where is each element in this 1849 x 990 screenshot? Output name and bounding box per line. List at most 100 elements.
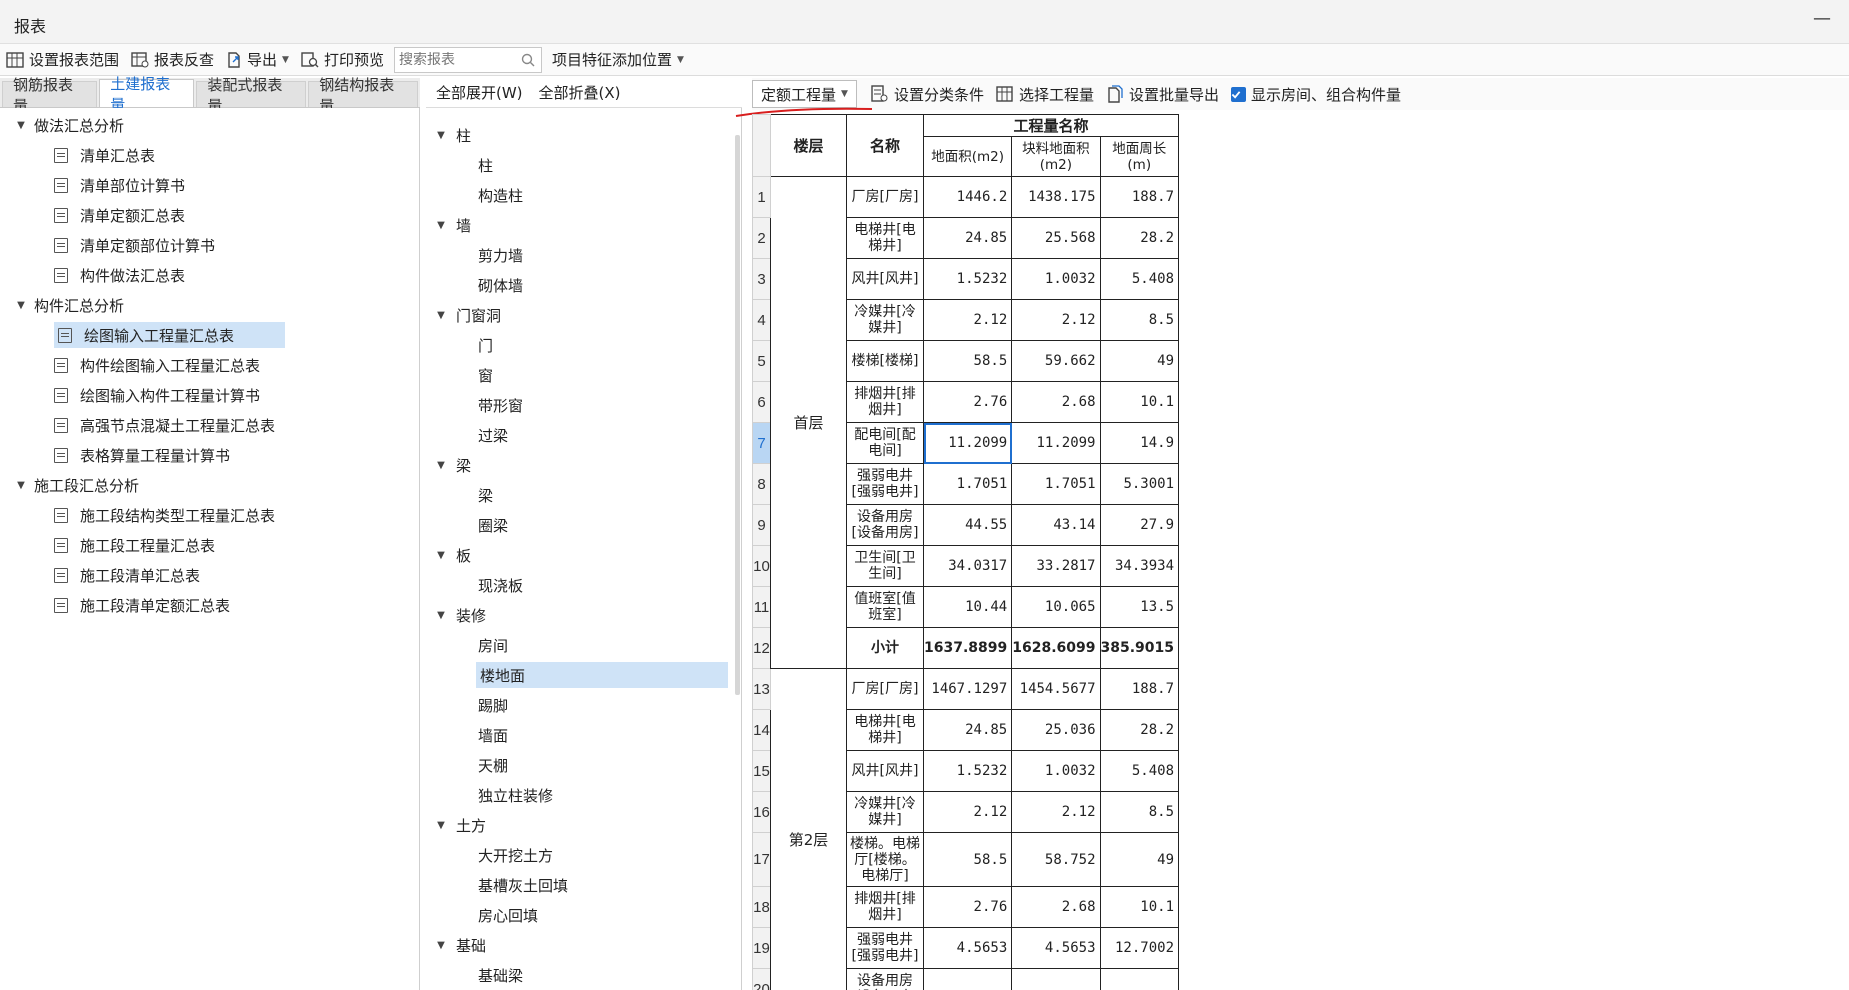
component-group[interactable]: ▼ 梁 (432, 452, 471, 478)
name-cell[interactable]: 配电间[配电间] (846, 422, 924, 464)
select-quantity-button[interactable]: 选择工程量 (990, 80, 1100, 108)
name-cell[interactable]: 冷媒井[冷媒井] (846, 299, 924, 341)
name-cell[interactable]: 强弱电井[强弱电井] (846, 463, 924, 505)
value-cell[interactable] (1011, 968, 1101, 990)
tree-item[interactable]: 表格算量工程量计算书 (54, 442, 230, 468)
tab-steel[interactable]: 钢结构报表量 (308, 76, 418, 115)
component-tree-scrollbar[interactable] (735, 135, 740, 695)
floor-cell[interactable]: 第2层 (770, 668, 847, 990)
tree-item[interactable]: 构件绘图输入工程量汇总表 (54, 352, 260, 378)
print-preview-button[interactable]: 打印预览 (295, 46, 390, 74)
value-cell[interactable]: 10.065 (1011, 586, 1101, 628)
expand-all-button[interactable]: 全部展开(W) (436, 82, 523, 103)
component-item[interactable]: 圈梁 (478, 512, 508, 538)
report-search-box[interactable] (393, 46, 542, 73)
value-cell[interactable]: 5.408 (1099, 258, 1180, 300)
name-cell[interactable]: 楼梯。电梯厅[楼梯。电梯厅] (846, 832, 924, 887)
tab-rebar[interactable]: 钢筋报表量 (2, 76, 98, 115)
floor-cell[interactable]: 首层 (770, 176, 847, 669)
row-number[interactable]: 12 (752, 627, 771, 669)
value-cell[interactable]: 44.55 (922, 504, 1013, 546)
value-cell[interactable] (1099, 968, 1180, 990)
name-cell[interactable]: 厂房[厂房] (846, 668, 924, 710)
value-cell[interactable]: 34.0317 (922, 545, 1013, 587)
name-cell[interactable]: 排烟井[排烟井] (846, 381, 924, 423)
expand-arrow-icon[interactable]: ▼ (12, 480, 30, 491)
value-cell[interactable]: 34.3934 (1099, 545, 1180, 587)
value-cell[interactable]: 8.5 (1099, 299, 1180, 341)
component-item[interactable]: 房间 (478, 632, 508, 658)
report-check-button[interactable]: 报表反查 (125, 46, 220, 74)
table-row[interactable]: 13 第2层 厂房[厂房] 1467.1297 1454.5677 188.7 (752, 668, 1180, 990)
row-number[interactable]: 18 (752, 886, 771, 928)
row-number[interactable]: 17 (752, 832, 771, 887)
table-row[interactable]: 1 首层 厂房[厂房] 1446.2 1438.175 188.7 (752, 176, 1180, 669)
component-item[interactable]: 剪力墙 (478, 242, 523, 268)
value-cell[interactable]: 49 (1099, 832, 1180, 887)
value-cell[interactable]: 11.2099 (1011, 422, 1101, 464)
component-item[interactable]: 门 (478, 332, 493, 358)
value-cell[interactable]: 2.76 (922, 886, 1013, 928)
name-cell[interactable]: 楼梯[楼梯] (846, 340, 924, 382)
row-number[interactable]: 16 (752, 791, 771, 833)
value-cell[interactable]: 25.568 (1011, 217, 1101, 259)
component-item[interactable]: 带形窗 (478, 392, 523, 418)
name-cell[interactable]: 卫生间[卫生间] (846, 545, 924, 587)
value-cell[interactable]: 24.85 (922, 217, 1013, 259)
value-cell[interactable]: 2.68 (1011, 381, 1101, 423)
row-number[interactable]: 10 (752, 545, 771, 587)
name-cell[interactable]: 设备用房[设备用房] (846, 504, 924, 546)
value-cell[interactable]: 1.5232 (922, 750, 1013, 792)
name-cell[interactable]: 风井[风井] (846, 750, 924, 792)
value-cell[interactable]: 188.7 (1099, 668, 1180, 710)
row-number[interactable]: 14 (752, 709, 771, 751)
name-cell[interactable]: 值班室[值班室] (846, 586, 924, 628)
tree-item[interactable]: 构件做法汇总表 (54, 262, 185, 288)
component-group[interactable]: ▼ 土方 (432, 812, 486, 838)
tree-item[interactable]: 清单定额汇总表 (54, 202, 185, 228)
tree-group[interactable]: ▼ 施工段汇总分析 (12, 472, 139, 498)
component-group[interactable]: ▼ 基础 (432, 932, 486, 958)
tree-item[interactable]: 绘图输入工程量汇总表 (54, 322, 285, 348)
value-cell[interactable]: 8.5 (1099, 791, 1180, 833)
component-item[interactable]: 基础梁 (478, 962, 523, 988)
feature-position-dropdown[interactable]: 项目特征添加位置 ▼ (546, 46, 690, 74)
value-cell[interactable]: 28.2 (1099, 709, 1180, 751)
component-item[interactable]: 房心回填 (478, 902, 538, 928)
name-cell[interactable]: 冷媒井[冷媒井] (846, 791, 924, 833)
tree-item[interactable]: 高强节点混凝土工程量汇总表 (54, 412, 275, 438)
value-cell[interactable]: 59.662 (1011, 340, 1101, 382)
component-item[interactable]: 构造柱 (478, 182, 523, 208)
value-cell[interactable]: 28.2 (1099, 217, 1180, 259)
component-item[interactable]: 梁 (478, 482, 493, 508)
expand-arrow-icon[interactable]: ▼ (432, 130, 450, 141)
export-button[interactable]: 导出 ▼ (220, 46, 295, 74)
row-number[interactable]: 2 (752, 217, 771, 259)
row-number[interactable]: 13 (752, 668, 771, 710)
expand-arrow-icon[interactable]: ▼ (432, 460, 450, 471)
row-number[interactable]: 4 (752, 299, 771, 341)
value-cell[interactable]: 4.5653 (1011, 927, 1101, 969)
expand-arrow-icon[interactable]: ▼ (432, 310, 450, 321)
component-item[interactable]: 独立柱装修 (478, 782, 553, 808)
tree-item[interactable]: 施工段工程量汇总表 (54, 532, 215, 558)
value-cell[interactable]: 2.12 (922, 299, 1013, 341)
value-cell[interactable]: 5.408 (1099, 750, 1180, 792)
minimize-button[interactable]: — (1813, 8, 1831, 29)
component-item[interactable]: 墙面 (478, 722, 508, 748)
tree-item[interactable]: 施工段结构类型工程量汇总表 (54, 502, 275, 528)
value-cell[interactable]: 1.0032 (1011, 258, 1101, 300)
name-cell[interactable]: 电梯井[电梯井] (846, 217, 924, 259)
quantity-type-select[interactable]: 定额工程量 ▼ (752, 80, 857, 108)
value-cell[interactable]: 4.5653 (922, 927, 1013, 969)
value-cell[interactable]: 2.12 (1011, 791, 1101, 833)
value-cell[interactable]: 49 (1099, 340, 1180, 382)
tree-item[interactable]: 绘图输入构件工程量计算书 (54, 382, 260, 408)
value-cell[interactable]: 1.7051 (1011, 463, 1101, 505)
expand-arrow-icon[interactable]: ▼ (12, 120, 30, 131)
row-number[interactable]: 20 (752, 968, 771, 990)
component-item[interactable]: 过梁 (478, 422, 508, 448)
value-cell[interactable]: 10.44 (922, 586, 1013, 628)
value-cell[interactable]: 25.036 (1011, 709, 1101, 751)
name-cell[interactable]: 厂房[厂房] (846, 176, 924, 218)
